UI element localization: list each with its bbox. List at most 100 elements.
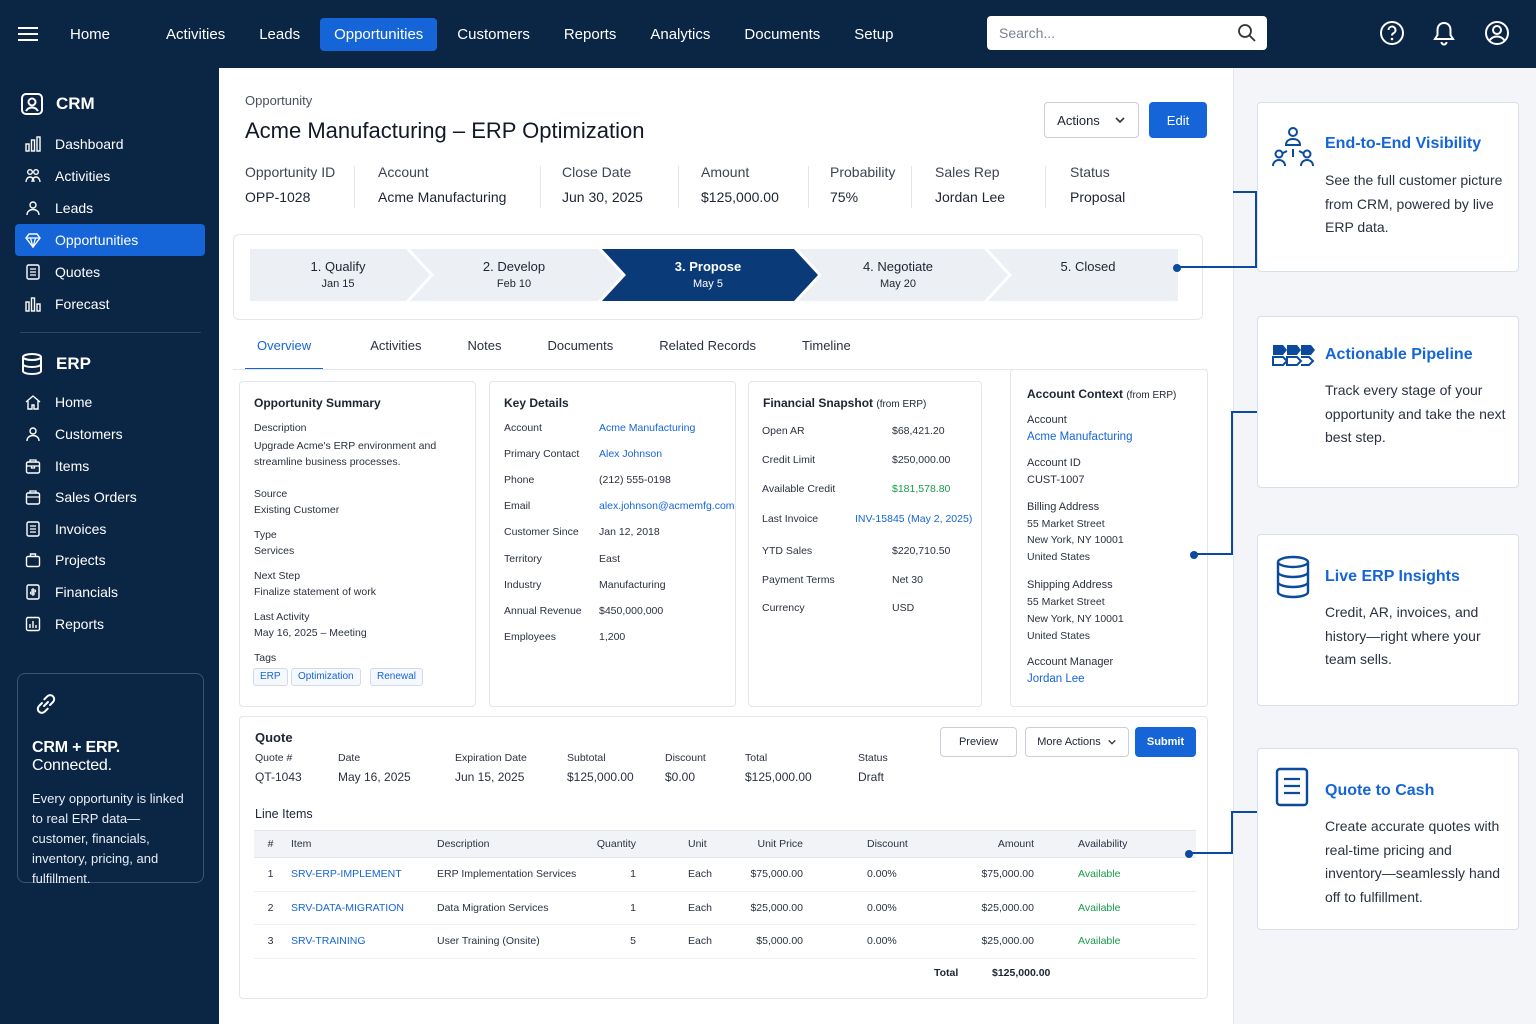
field-value: OPP-1028 xyxy=(245,189,311,205)
key-detail-label: Phone xyxy=(504,474,535,487)
column-header[interactable]: Unit xyxy=(678,830,721,858)
account-context-card: Account Context (from ERP) Account Acme … xyxy=(1010,369,1208,707)
column-header[interactable]: # xyxy=(254,830,287,858)
key-detail-link[interactable]: Acme Manufacturing xyxy=(599,422,695,434)
chevron-down-icon xyxy=(1115,117,1125,124)
nav-documents[interactable]: Documents xyxy=(730,18,834,51)
field-status: Status Proposal xyxy=(1070,164,1125,205)
table-row[interactable]: 3 SRV-TRAINING User Training (Onsite) 5 Each… xyxy=(254,924,1196,959)
nav-customers[interactable]: Customers xyxy=(443,18,544,51)
column-header[interactable]: Amount xyxy=(942,830,1058,858)
sidebar-item-forecast[interactable]: Forecast xyxy=(15,288,205,320)
stage-negotiate[interactable] xyxy=(798,249,1008,301)
sidebar-item-customers[interactable]: Customers xyxy=(15,418,205,450)
sales-orders-icon xyxy=(25,490,41,505)
tag-chip[interactable]: Renewal xyxy=(370,668,423,686)
column-header[interactable]: Quantity xyxy=(593,830,678,858)
nav-reports[interactable]: Reports xyxy=(550,18,631,51)
column-header[interactable]: Description xyxy=(429,830,593,858)
sidebar-item-opportunities[interactable]: Opportunities xyxy=(15,224,205,256)
quote-field-label: Quote # xyxy=(255,752,293,764)
sidebar-item-sales-orders[interactable]: Sales Orders xyxy=(15,481,205,513)
stage-qualify[interactable] xyxy=(250,249,430,301)
item-link[interactable]: SRV-DATA-MIGRATION xyxy=(287,891,429,925)
stage-develop[interactable] xyxy=(410,249,622,301)
tag-chip[interactable]: ERP xyxy=(253,668,288,686)
table-cell: Each xyxy=(678,891,721,925)
help-icon[interactable] xyxy=(1379,20,1405,46)
sidebar-item-label: Financials xyxy=(55,584,119,600)
nav-home[interactable]: Home xyxy=(56,18,124,51)
tab-activities[interactable]: Activities xyxy=(358,338,433,370)
user-account-icon[interactable] xyxy=(1484,20,1510,46)
sidebar-divider xyxy=(20,332,201,333)
sidebar-item-financials[interactable]: Financials xyxy=(15,576,205,608)
tab-overview[interactable]: Overview xyxy=(245,338,324,370)
search-input[interactable] xyxy=(987,16,1267,50)
chevron-down-icon xyxy=(1107,739,1116,745)
tab-documents[interactable]: Documents xyxy=(535,338,625,370)
tag-chip[interactable]: Optimization xyxy=(291,668,361,686)
table-cell: 3 xyxy=(254,924,287,959)
tab-timeline[interactable]: Timeline xyxy=(790,338,863,370)
crm-section-header[interactable]: CRM xyxy=(20,92,95,116)
more-actions-button[interactable]: More Actions xyxy=(1025,727,1129,757)
sidebar-item-label: Items xyxy=(55,458,90,474)
account-manager-link[interactable]: Jordan Lee xyxy=(1027,673,1085,685)
search-icon[interactable] xyxy=(1237,23,1257,43)
hamburger-menu-icon[interactable] xyxy=(0,26,56,42)
sidebar-item-leads[interactable]: Leads xyxy=(15,192,205,224)
sidebar-item-reports[interactable]: Reports xyxy=(15,608,205,640)
account-link[interactable]: Acme Manufacturing xyxy=(378,189,506,205)
key-detail-label: Customer Since xyxy=(504,526,579,539)
last-invoice-link[interactable]: INV-15845 (May 2, 2025) xyxy=(855,513,972,525)
column-header[interactable]: Discount xyxy=(837,830,942,858)
breadcrumb[interactable]: Opportunity xyxy=(245,93,312,108)
feature-text: See the full customer picture from CRM, … xyxy=(1325,172,1503,235)
sidebar-item-activities[interactable]: Activities xyxy=(15,160,205,192)
preview-button[interactable]: Preview xyxy=(940,727,1017,757)
account-ctx-account-link[interactable]: Acme Manufacturing xyxy=(1027,431,1132,443)
tab-related-records[interactable]: Related Records xyxy=(647,338,768,370)
promo-title-b: Connected. xyxy=(32,757,112,774)
sidebar-item-quotes[interactable]: Quotes xyxy=(15,256,205,288)
sidebar-item-label: Quotes xyxy=(55,264,101,280)
item-link[interactable]: SRV-ERP-IMPLEMENT xyxy=(287,857,429,892)
nav-analytics[interactable]: Analytics xyxy=(636,18,724,51)
table-row[interactable]: 2 SRV-DATA-MIGRATION Data Migration Servic… xyxy=(254,891,1196,925)
actions-dropdown-button[interactable]: Actions xyxy=(1044,102,1139,138)
summary-label: Description xyxy=(254,422,307,434)
nav-setup[interactable]: Setup xyxy=(840,18,907,51)
tab-notes[interactable]: Notes xyxy=(455,338,513,370)
key-detail-link[interactable]: alex.johnson@acmemfg.com xyxy=(599,500,735,512)
key-detail-link[interactable]: Alex Johnson xyxy=(599,448,662,460)
stage-progress-bar: 1. Qualify Jan 15 2. Develop Feb 10 3. P… xyxy=(233,234,1203,320)
column-header[interactable]: Availability xyxy=(1058,830,1196,858)
field-label: Close Date xyxy=(562,164,632,180)
column-header[interactable]: Unit Price xyxy=(721,830,837,858)
stage-closed[interactable] xyxy=(988,249,1178,301)
notification-bell-icon[interactable] xyxy=(1432,20,1456,46)
item-link[interactable]: SRV-TRAINING xyxy=(287,924,429,959)
nav-activities[interactable]: Activities xyxy=(152,18,239,51)
sidebar-item-items[interactable]: Items xyxy=(15,450,205,482)
submit-button[interactable]: Submit xyxy=(1135,727,1196,757)
sidebar-item-erp-home[interactable]: Home xyxy=(15,386,205,418)
sidebar-item-dashboard[interactable]: Dashboard xyxy=(15,128,205,160)
nav-leads[interactable]: Leads xyxy=(245,18,314,51)
column-header[interactable]: Item xyxy=(287,830,429,858)
quote-field-label: Status xyxy=(858,752,888,764)
edit-button[interactable]: Edit xyxy=(1149,102,1207,138)
sales-rep-link[interactable]: Jordan Lee xyxy=(935,189,1005,205)
home-icon xyxy=(25,395,41,410)
pipeline-arrows-icon xyxy=(1272,345,1315,366)
nav-opportunities[interactable]: Opportunities xyxy=(320,17,438,51)
table-row[interactable]: 1 SRV-ERP-IMPLEMENT ERP Implementation Ser… xyxy=(254,857,1196,892)
financial-label: Credit Limit xyxy=(762,454,816,466)
sidebar-item-projects[interactable]: Projects xyxy=(15,544,205,576)
erp-section-header[interactable]: ERP xyxy=(20,352,91,376)
stage-label: 3. Propose xyxy=(674,259,742,274)
sidebar-item-invoices[interactable]: Invoices xyxy=(15,513,205,545)
stage-propose[interactable] xyxy=(602,249,818,301)
shipping-line: 55 Market Street xyxy=(1027,596,1105,608)
